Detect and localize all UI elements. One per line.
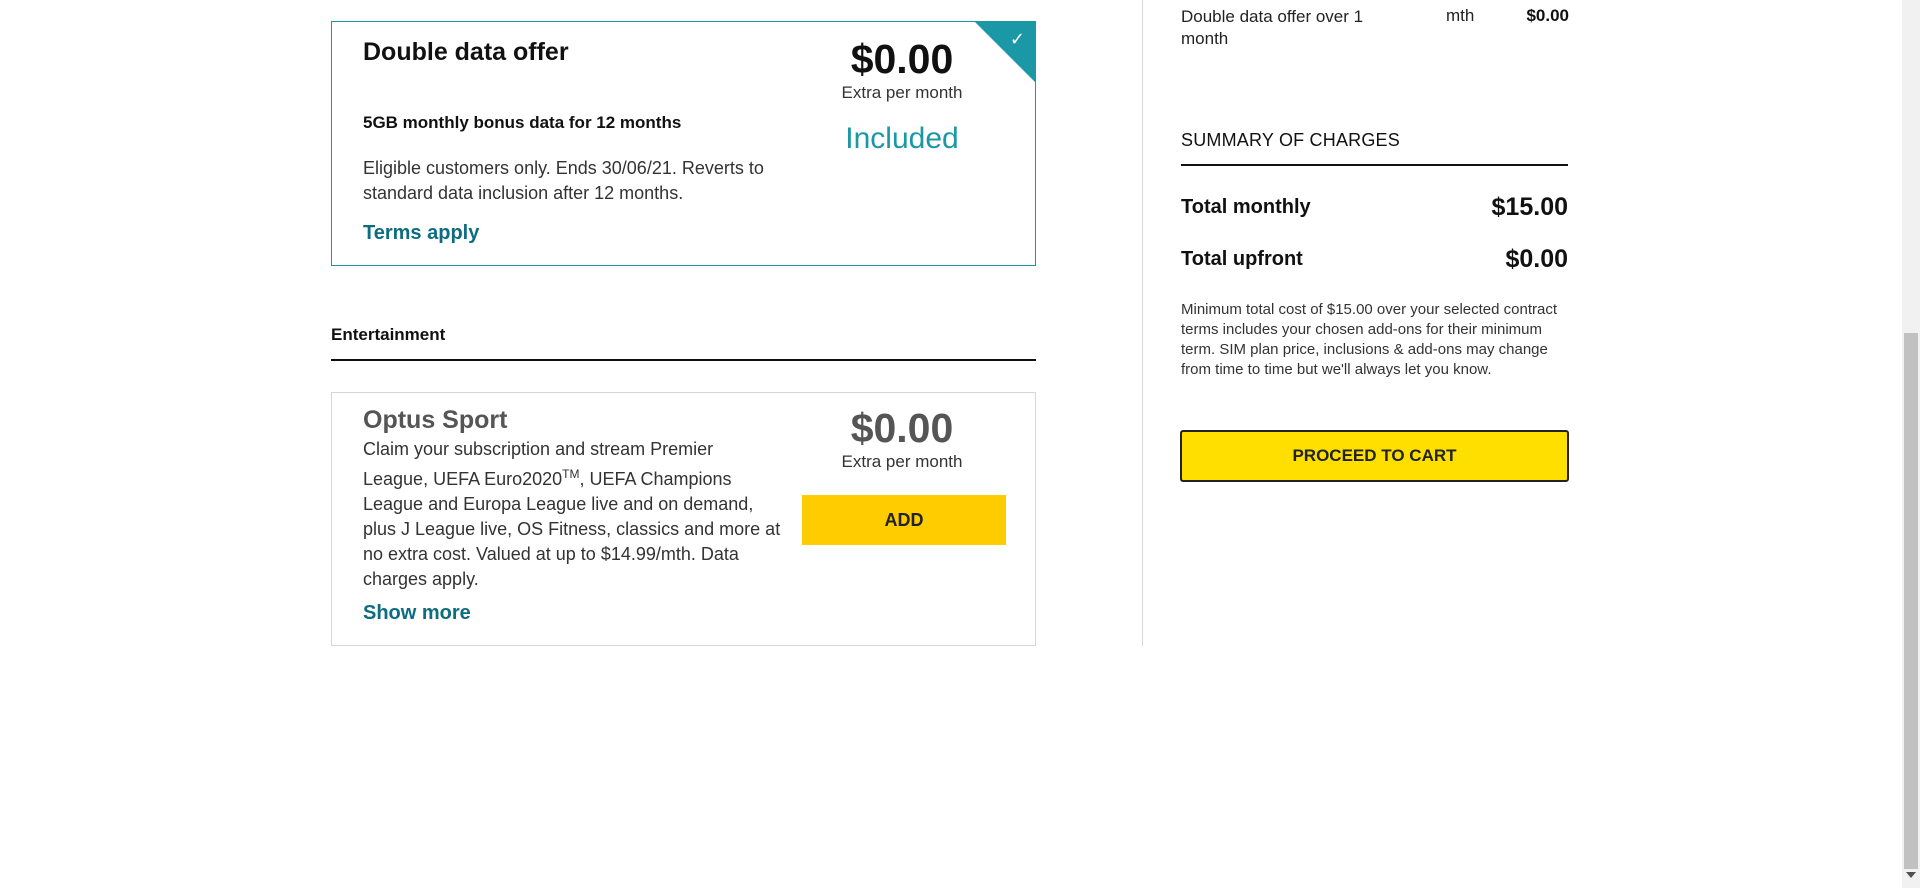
offer-price-per: Extra per month xyxy=(841,83,963,103)
section-divider xyxy=(331,359,1036,361)
total-monthly-label: Total monthly xyxy=(1181,196,1311,218)
page: ✓ Double data offer 5GB monthly bonus da… xyxy=(0,0,1920,888)
summary-divider xyxy=(1181,164,1568,166)
offer-card[interactable]: ✓ Double data offer 5GB monthly bonus da… xyxy=(331,21,1036,266)
total-monthly-value: $15.00 xyxy=(1491,193,1568,221)
check-icon: ✓ xyxy=(1009,29,1025,50)
cost-disclaimer: Minimum total cost of $15.00 over your s… xyxy=(1181,301,1558,378)
offer-price-block: $0.00 Extra per month xyxy=(802,34,1002,103)
total-upfront-label: Total upfront xyxy=(1181,248,1303,270)
addon-title: Optus Sport xyxy=(363,406,508,434)
total-upfront-value: $0.00 xyxy=(1505,245,1568,273)
offer-title: Double data offer xyxy=(363,38,569,66)
column-divider xyxy=(1142,0,1143,646)
line-item-unit: mth xyxy=(1446,6,1475,25)
offer-price: $0.00 xyxy=(850,36,954,82)
offer-description: Eligible customers only. Ends 30/06/21. … xyxy=(363,158,764,203)
addon-price: $0.00 xyxy=(850,405,954,451)
line-item-name: Double data offer over 1 month xyxy=(1181,7,1364,48)
scrollbar-thumb[interactable] xyxy=(1904,333,1918,869)
add-button[interactable]: ADD xyxy=(802,495,1006,545)
summary-heading: SUMMARY OF CHARGES xyxy=(1181,130,1400,150)
entertainment-heading: Entertainment xyxy=(331,325,446,344)
trademark-sup: TM xyxy=(562,467,580,481)
included-status: Included xyxy=(845,122,959,155)
optus-sport-card: Optus Sport Claim your subscription and … xyxy=(331,392,1036,646)
addon-price-block: $0.00 Extra per month xyxy=(802,403,1002,472)
addon-description: Claim your subscription and stream Premi… xyxy=(363,437,783,592)
addon-price-per: Extra per month xyxy=(841,452,963,472)
terms-apply-link[interactable]: Terms apply xyxy=(363,222,479,245)
offer-subtitle: 5GB monthly bonus data for 12 months xyxy=(363,113,682,132)
scroll-down-arrow-icon[interactable] xyxy=(1906,872,1916,878)
show-more-link[interactable]: Show more xyxy=(363,602,471,625)
line-item-value: $0.00 xyxy=(1526,6,1569,25)
proceed-to-cart-button[interactable]: PROCEED TO CART xyxy=(1180,430,1569,482)
